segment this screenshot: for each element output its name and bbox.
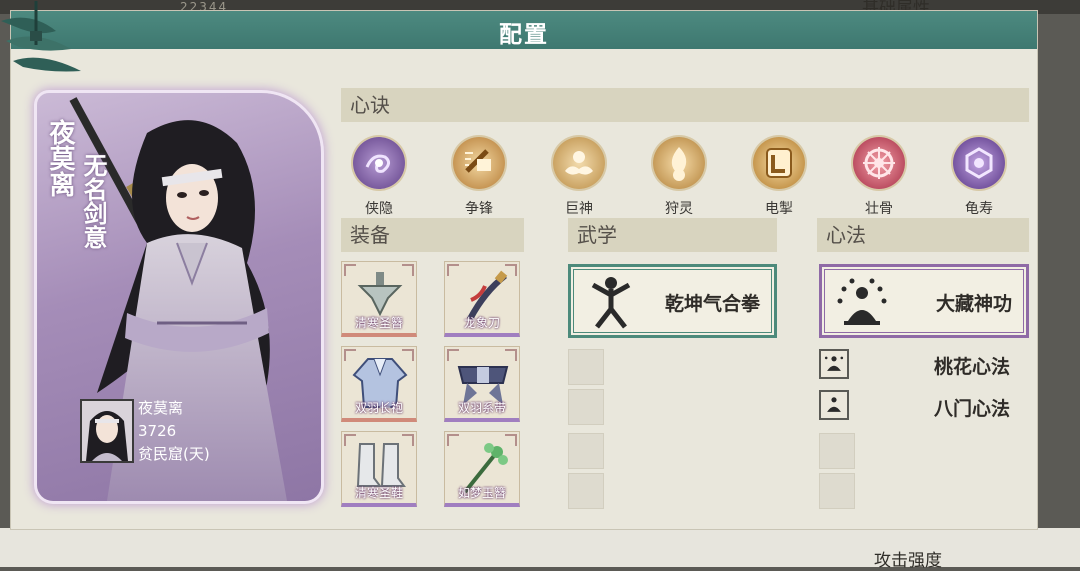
equip-label: 双羽长袍	[354, 401, 403, 415]
heart-skill-label: 龟寿	[965, 201, 993, 217]
heart-skill-label: 侠隐	[365, 201, 393, 217]
equip-label: 清寒圣鞋	[354, 486, 403, 500]
martial-art-empty-slot[interactable]	[568, 349, 604, 385]
title-bar: 配置	[11, 11, 1037, 49]
character-power: 3726	[138, 422, 177, 440]
heart-skill-zhengfeng[interactable]: 争锋	[449, 137, 509, 218]
martial-art-empty-slot[interactable]	[568, 433, 604, 469]
section-heart-skills: 心诀	[341, 88, 1029, 122]
martial-art-label: 乾坤气合拳	[664, 293, 760, 315]
shadow-swirl-icon	[353, 137, 405, 189]
config-panel: 配置 夜莫离 无名剑意 夜莫离 3726 贫民窟(天) 心诀 侠隐 争锋 巨神 …	[1, 1, 1038, 530]
meditation-icon[interactable]	[819, 390, 849, 420]
equip-slot-jade-hairpin[interactable]: 如梦玉簪	[444, 431, 520, 507]
method-list-label[interactable]: 桃花心法	[934, 352, 1010, 379]
martial-art-main[interactable]: 乾坤气合拳	[568, 264, 777, 338]
heart-skill-label: 壮骨	[865, 201, 893, 217]
equip-slot-belt[interactable]: 双羽系带	[444, 346, 520, 422]
character-name-vertical: 夜莫离	[45, 119, 75, 197]
purple-shell-icon	[953, 137, 1005, 189]
heart-skill-shouling[interactable]: 狩灵	[649, 137, 709, 218]
fighter-pose-icon	[591, 277, 631, 329]
section-martial-arts: 武学	[568, 218, 777, 252]
section-methods: 心法	[817, 218, 1029, 252]
method-empty-slot[interactable]	[819, 433, 855, 469]
equip-label: 如梦玉簪	[457, 486, 506, 500]
equip-label: 双羽系带	[457, 401, 506, 415]
section-equipment: 装备	[341, 218, 524, 252]
equip-slot-robe[interactable]: 双羽长袍	[341, 346, 417, 422]
heart-skill-zhuanggu[interactable]: 壮骨	[849, 137, 909, 218]
heart-skill-xiayin[interactable]: 侠隐	[349, 137, 409, 218]
method-main[interactable]: 大藏神功	[819, 264, 1029, 338]
lotus-meditation-icon[interactable]	[819, 349, 849, 379]
equip-slot-boots[interactable]: 清寒圣鞋	[341, 431, 417, 507]
cloud-giant-icon	[553, 137, 605, 189]
method-empty-slot[interactable]	[819, 473, 855, 509]
heart-skill-dianche[interactable]: 电掣	[749, 137, 809, 218]
character-info: 夜莫离 3726 贫民窟(天)	[138, 397, 210, 466]
heart-skill-jushen[interactable]: 巨神	[549, 137, 609, 218]
background-attack-text: 攻击强度	[874, 551, 942, 571]
martial-art-empty-slot[interactable]	[568, 473, 604, 509]
fist-strike-icon	[453, 137, 505, 189]
heart-skill-label: 电掣	[765, 201, 793, 217]
method-label: 大藏神功	[935, 293, 1012, 315]
heart-skill-label: 巨神	[565, 201, 593, 217]
martial-art-empty-slot[interactable]	[568, 389, 604, 425]
character-origin: 贫民窟(天)	[138, 445, 210, 463]
heart-skill-guishou[interactable]: 龟寿	[949, 137, 1009, 218]
heart-skill-label: 争锋	[465, 201, 493, 217]
character-card[interactable]: 夜莫离 无名剑意 夜莫离 3726 贫民窟(天)	[37, 93, 321, 501]
lightning-icon	[753, 137, 805, 189]
character-name: 夜莫离	[138, 399, 184, 417]
character-avatar	[80, 399, 134, 463]
equip-label: 清寒圣簪	[354, 316, 403, 330]
character-title-vertical: 无名剑意	[79, 153, 107, 249]
panel-title: 配置	[499, 22, 549, 48]
equip-slot-saber[interactable]: 龙象刀	[444, 261, 520, 337]
heart-skill-label: 狩灵	[665, 201, 693, 217]
meditating-monk-icon	[837, 278, 887, 325]
equip-label: 龙象刀	[463, 316, 500, 330]
spirit-flame-icon	[653, 137, 705, 189]
red-wheel-icon	[853, 137, 905, 189]
pine-decoration-icon	[1, 1, 81, 72]
method-list-label[interactable]: 八门心法	[934, 394, 1010, 421]
equip-slot-hairpin[interactable]: 清寒圣簪	[341, 261, 417, 337]
